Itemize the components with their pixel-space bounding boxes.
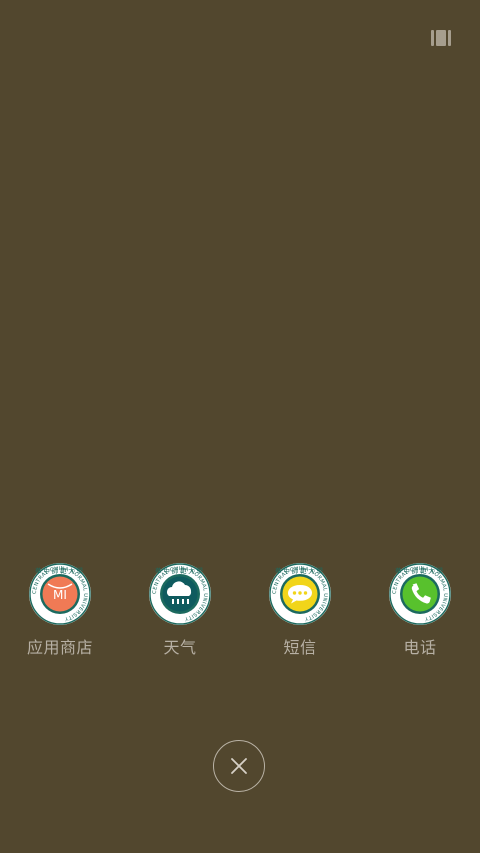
- message-bubble-icon[interactable]: CENTRAL CHINA NORMAL UNIVERSITY 華中師範大學: [268, 562, 332, 626]
- close-icon: [231, 758, 247, 774]
- app-item-phone[interactable]: CENTRAL CHINA NORMAL UNIVERSITY 華中師範大學 电…: [360, 562, 480, 658]
- app-label: 短信: [283, 638, 317, 657]
- close-button[interactable]: [213, 740, 265, 792]
- weather-cloud-rain-icon[interactable]: CENTRAL CHINA NORMAL UNIVERSITY 華中師範大學: [148, 562, 212, 626]
- app-item-weather[interactable]: CENTRAL CHINA NORMAL UNIVERSITY 華中師範大學 天…: [120, 562, 240, 658]
- app-label: 天气: [163, 638, 197, 657]
- app-dock: CENTRAL CHINA NORMAL UNIVERSITY MI 華中師範大…: [0, 562, 480, 662]
- app-item-app-store[interactable]: CENTRAL CHINA NORMAL UNIVERSITY MI 華中師範大…: [0, 562, 120, 658]
- svg-text:華中師範大學: 華中師範大學: [395, 566, 445, 575]
- mi-store-icon[interactable]: CENTRAL CHINA NORMAL UNIVERSITY MI 華中師範大…: [28, 562, 92, 626]
- svg-text:華中師範大學: 華中師範大學: [275, 566, 325, 575]
- app-label: 电话: [403, 638, 437, 657]
- toggle-bar: [431, 30, 434, 46]
- svg-text:華中師範大學: 華中師範大學: [35, 566, 85, 575]
- view-toggle-icon[interactable]: [431, 30, 451, 46]
- phone-handset-icon[interactable]: CENTRAL CHINA NORMAL UNIVERSITY 華中師範大學: [388, 562, 452, 626]
- mi-badge: MI: [53, 588, 67, 602]
- app-item-messages[interactable]: CENTRAL CHINA NORMAL UNIVERSITY 華中師範大學 短…: [240, 562, 360, 658]
- toggle-bar: [436, 30, 446, 46]
- app-label: 应用商店: [26, 638, 93, 657]
- svg-text:華中師範大學: 華中師範大學: [155, 566, 205, 575]
- toggle-bar: [448, 30, 451, 46]
